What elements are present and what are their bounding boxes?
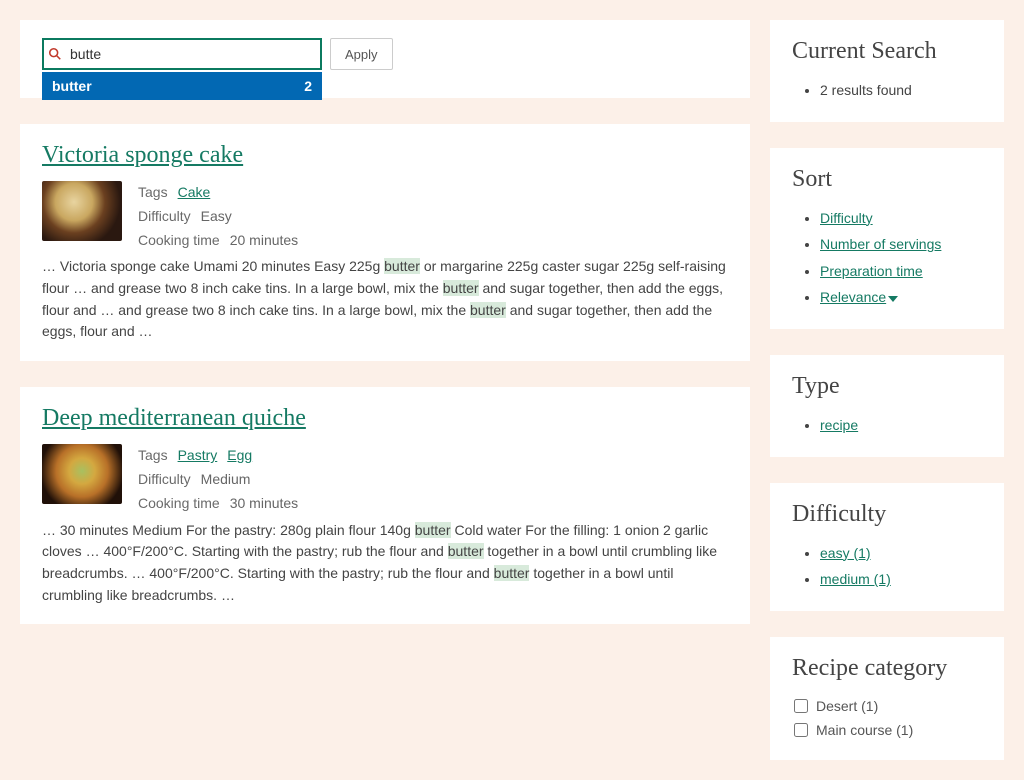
category-checkbox-desert[interactable] [794,699,808,713]
sort-heading: Sort [792,166,982,193]
highlight: butter [415,522,451,538]
autocomplete-count: 2 [304,78,312,94]
result-title-link[interactable]: Deep mediterranean quiche [42,405,306,432]
sort-option-servings[interactable]: Number of servings [820,236,941,252]
cooking-time-value: 30 minutes [230,492,298,516]
result-thumbnail [42,444,122,504]
difficulty-value: Easy [201,205,232,229]
difficulty-heading: Difficulty [792,501,982,528]
sort-option-relevance[interactable]: Relevance [820,289,898,305]
result-snippet: … Victoria sponge cake Umami 20 minutes … [42,256,728,343]
highlight: butter [384,258,420,274]
results-count: 2 results found [820,77,982,104]
search-icon [48,47,62,61]
type-heading: Type [792,373,982,400]
cooking-time-label: Cooking time [138,492,220,516]
tag-link[interactable]: Cake [178,181,211,205]
difficulty-label: Difficulty [138,205,191,229]
cooking-time-value: 20 minutes [230,229,298,253]
search-panel: Apply butter 2 [20,20,750,98]
difficulty-label: Difficulty [138,468,191,492]
difficulty-option-easy[interactable]: easy (1) [820,545,871,561]
tag-link[interactable]: Pastry [178,444,218,468]
search-result: Deep mediterranean quiche Tags Pastry Eg… [20,387,750,624]
sort-panel: Sort Difficulty Number of servings Prepa… [770,148,1004,329]
tags-label: Tags [138,444,168,468]
autocomplete-suggestion[interactable]: butter 2 [42,72,322,100]
highlight: butter [494,565,530,581]
highlight: butter [470,302,506,318]
difficulty-option-medium[interactable]: medium (1) [820,571,891,587]
chevron-down-icon [888,296,898,302]
category-heading: Recipe category [792,655,982,682]
autocomplete-text: butter [52,78,92,94]
current-search-heading: Current Search [792,38,982,65]
tags-label: Tags [138,181,168,205]
sort-option-preptime[interactable]: Preparation time [820,263,923,279]
apply-button[interactable]: Apply [330,38,393,70]
category-panel: Recipe category Desert (1) Main course (… [770,637,1004,760]
category-label-desert[interactable]: Desert (1) [816,698,878,714]
type-panel: Type recipe [770,355,1004,457]
result-title-link[interactable]: Victoria sponge cake [42,142,243,169]
highlight: butter [448,543,484,559]
type-option-recipe[interactable]: recipe [820,417,858,433]
result-thumbnail [42,181,122,241]
result-snippet: … 30 minutes Medium For the pastry: 280g… [42,520,728,607]
difficulty-panel: Difficulty easy (1) medium (1) [770,483,1004,611]
tag-link[interactable]: Egg [227,444,252,468]
category-checkbox-main[interactable] [794,723,808,737]
highlight: butter [443,280,479,296]
difficulty-value: Medium [201,468,251,492]
category-label-main[interactable]: Main course (1) [816,722,913,738]
sort-option-difficulty[interactable]: Difficulty [820,210,873,226]
search-input[interactable] [42,38,322,70]
current-search-panel: Current Search 2 results found [770,20,1004,122]
cooking-time-label: Cooking time [138,229,220,253]
search-result: Victoria sponge cake Tags Cake Difficult… [20,124,750,361]
